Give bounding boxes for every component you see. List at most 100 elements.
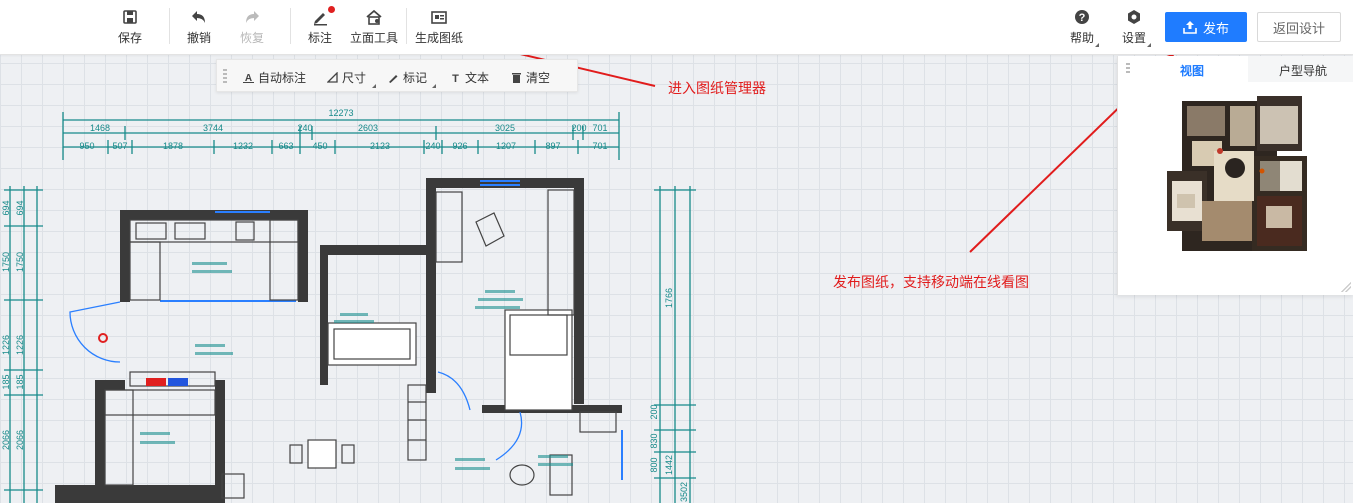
svg-text:185: 185	[1, 374, 11, 389]
svg-text:450: 450	[312, 141, 327, 151]
auto-annotate-icon: A	[243, 73, 254, 83]
mark-dropdown-corner	[432, 84, 436, 88]
svg-text:694: 694	[15, 200, 25, 215]
dimension-dropdown-corner	[372, 84, 376, 88]
help-icon: ?	[1075, 10, 1089, 24]
trash-icon	[512, 73, 521, 83]
redo-icon	[246, 11, 259, 23]
door-swings	[69, 301, 523, 461]
callout-drawing-manager: 进入图纸管理器	[668, 80, 766, 96]
svg-text:A: A	[245, 73, 252, 83]
redo-label: 恢复	[239, 31, 264, 45]
upload-icon	[1183, 21, 1197, 34]
elevation-tool-button[interactable]: 立面工具	[349, 8, 399, 46]
dimension-button[interactable]: 尺寸	[327, 69, 366, 86]
top-toolbar: 保存 撤销 恢复 标注 立面工具 生成图纸 ? 帮助 设置 发布 返回设计	[0, 0, 1353, 55]
svg-text:200: 200	[571, 123, 586, 133]
annotate-label: 标注	[307, 31, 332, 45]
svg-text:?: ?	[1079, 12, 1086, 24]
svg-text:2123: 2123	[370, 141, 390, 151]
svg-text:185: 185	[15, 374, 25, 389]
help-dropdown-corner	[1095, 43, 1099, 47]
auto-annotate-label: 自动标注	[258, 71, 307, 85]
svg-text:694: 694	[1, 200, 11, 215]
svg-text:240: 240	[425, 141, 440, 151]
undo-icon	[192, 11, 205, 23]
svg-text:1766: 1766	[664, 288, 674, 308]
svg-text:1226: 1226	[1, 335, 11, 355]
publish-label: 发布	[1202, 20, 1229, 36]
house-icon	[366, 9, 382, 25]
undo-label: 撤销	[186, 31, 211, 45]
dimension-label: 尺寸	[342, 71, 367, 85]
toolbar-divider	[290, 8, 291, 44]
svg-text:2066: 2066	[15, 430, 25, 450]
svg-text:T: T	[452, 73, 459, 83]
settings-button[interactable]: 设置	[1120, 8, 1148, 46]
save-icon	[123, 10, 137, 24]
svg-text:1468: 1468	[90, 123, 110, 133]
svg-text:12273: 12273	[328, 108, 353, 118]
return-design-button[interactable]: 返回设计	[1257, 12, 1341, 42]
publish-button[interactable]: 发布	[1165, 12, 1247, 42]
svg-text:240: 240	[297, 123, 312, 133]
svg-text:1750: 1750	[15, 252, 25, 272]
svg-text:897: 897	[545, 141, 560, 151]
drawing-icon	[431, 11, 447, 24]
toolbar-divider	[406, 8, 407, 44]
save-button[interactable]: 保存	[115, 8, 145, 46]
pen-icon	[314, 13, 327, 26]
text-label: 文本	[465, 71, 490, 85]
svg-text:663: 663	[278, 141, 293, 151]
gear-icon	[1128, 10, 1140, 24]
svg-text:701: 701	[592, 123, 607, 133]
tab-floorplan-nav[interactable]: 户型导航	[1279, 62, 1327, 79]
view-panel: 视图 户型导航	[1117, 56, 1353, 295]
text-button[interactable]: T 文本	[450, 69, 489, 86]
svg-text:1442: 1442	[664, 455, 674, 475]
help-button[interactable]: ? 帮助	[1068, 8, 1096, 46]
svg-text:1878: 1878	[163, 141, 183, 151]
furniture	[104, 189, 617, 499]
redo-button[interactable]: 恢复	[237, 8, 267, 46]
svg-text:701: 701	[592, 141, 607, 151]
svg-text:2603: 2603	[358, 123, 378, 133]
dimension-lines	[4, 112, 696, 503]
text-icon: T	[452, 73, 459, 83]
svg-text:1232: 1232	[233, 141, 253, 151]
ruler-icon	[327, 72, 338, 83]
svg-text:3744: 3744	[203, 123, 223, 133]
elevation-tool-label: 立面工具	[349, 31, 398, 45]
annotation-subtoolbar: A 自动标注 尺寸 标记 T 文本 清空	[216, 59, 578, 92]
annotate-button[interactable]: 标注	[305, 8, 335, 46]
save-label: 保存	[117, 31, 142, 45]
settings-label: 设置	[1121, 31, 1146, 45]
mark-icon	[389, 75, 398, 83]
return-design-label: 返回设计	[1272, 20, 1325, 36]
clear-label: 清空	[526, 71, 551, 85]
panel-drag-handle[interactable]	[1126, 63, 1130, 75]
mark-button[interactable]: 标记	[388, 69, 427, 86]
accent-marks	[98, 333, 188, 386]
svg-text:950: 950	[79, 141, 94, 151]
svg-text:507: 507	[112, 141, 127, 151]
svg-text:926: 926	[452, 141, 467, 151]
generate-drawing-button[interactable]: 生成图纸	[413, 8, 465, 46]
help-label: 帮助	[1069, 31, 1094, 45]
floorplan-thumbnail	[1167, 96, 1307, 251]
svg-text:200: 200	[649, 404, 659, 419]
tab-view[interactable]: 视图	[1180, 62, 1204, 79]
notification-dot	[328, 6, 335, 13]
undo-button[interactable]: 撤销	[184, 8, 214, 46]
svg-text:3502: 3502	[679, 482, 689, 502]
svg-text:3025: 3025	[495, 123, 515, 133]
auto-annotate-button[interactable]: A 自动标注	[243, 69, 306, 86]
toolbar-divider	[169, 8, 170, 44]
drag-handle[interactable]	[223, 69, 227, 84]
svg-text:1226: 1226	[15, 335, 25, 355]
svg-text:830: 830	[649, 433, 659, 448]
svg-text:1207: 1207	[496, 141, 516, 151]
resize-handle[interactable]	[1341, 282, 1351, 292]
generate-drawing-label: 生成图纸	[414, 31, 463, 45]
clear-button[interactable]: 清空	[511, 69, 550, 86]
